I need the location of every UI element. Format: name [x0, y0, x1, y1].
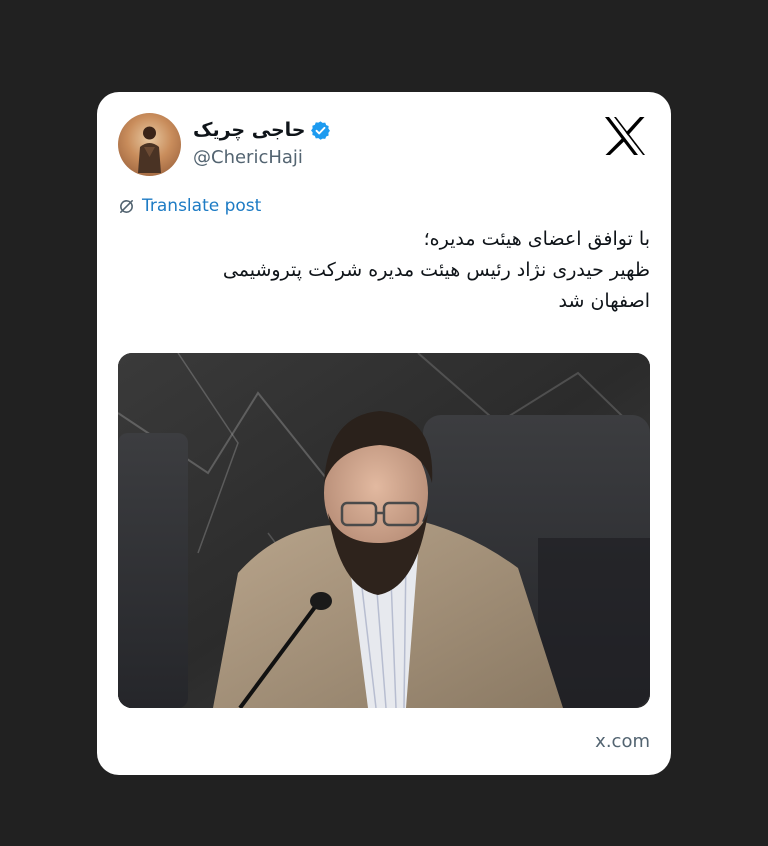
- news-photo-icon: [118, 353, 650, 708]
- author-display-name[interactable]: حاجی چریک: [193, 119, 305, 141]
- author-handle[interactable]: @ChericHaji: [193, 147, 303, 168]
- translate-post-label: Translate post: [142, 196, 262, 216]
- post-line: اصفهان شد: [558, 290, 650, 312]
- x-logo-icon[interactable]: [603, 116, 647, 156]
- avatar-photo-icon: [138, 126, 161, 173]
- post-line: با توافق اعضای هیئت مدیره؛: [423, 228, 650, 250]
- author-name-row: حاجی چریک: [193, 118, 331, 142]
- post-line: ظهیر حیدری نژاد رئیس هیئت مدیره شرکت پتر…: [222, 259, 650, 281]
- tweet-card[interactable]: حاجی چریک @ChericHaji Translate post با …: [97, 92, 671, 775]
- translate-post-link[interactable]: Translate post: [118, 196, 261, 216]
- verified-badge-icon: [311, 120, 331, 140]
- post-media-image[interactable]: [118, 353, 650, 708]
- globe-slash-icon: [120, 199, 133, 213]
- source-domain-link[interactable]: x.com: [595, 731, 650, 752]
- author-avatar[interactable]: [118, 113, 181, 176]
- post-text: با توافق اعضای هیئت مدیره؛ ظهیر حیدری نژ…: [120, 224, 650, 317]
